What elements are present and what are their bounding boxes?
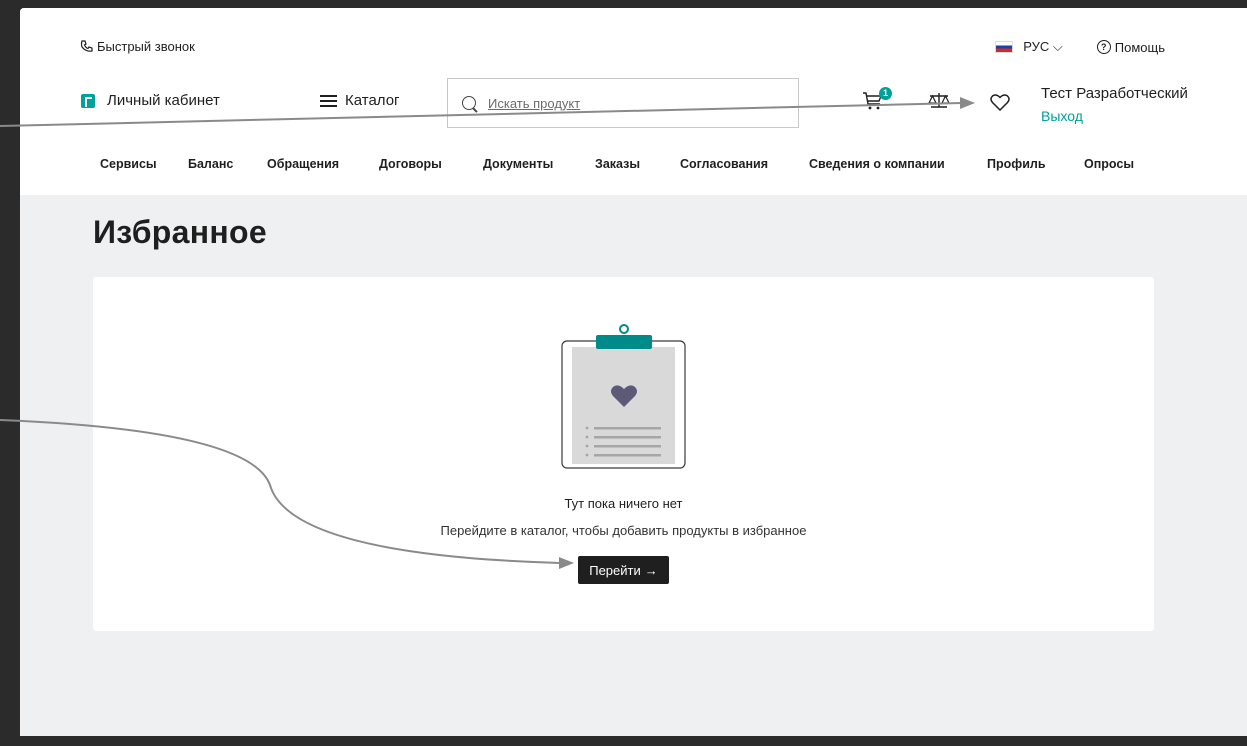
top-right-controls: РУС ⌵ ? Помощь — [995, 39, 1165, 55]
logout-link[interactable]: Выход — [1041, 105, 1188, 127]
window-bottom-edge — [0, 736, 1247, 746]
nav-item-requests[interactable]: Обращения — [267, 157, 379, 171]
quick-call-label: Быстрый звонок — [97, 39, 195, 54]
clipboard-heart-icon — [561, 324, 686, 469]
menu-icon — [320, 94, 337, 107]
go-to-catalog-button[interactable]: Перейти → — [578, 556, 669, 584]
cabinet-label: Личный кабинет — [107, 92, 220, 109]
nav-item-services[interactable]: Сервисы — [100, 157, 188, 171]
main-nav: Сервисы Баланс Обращения Договоры Докуме… — [100, 157, 1134, 171]
nav-item-documents[interactable]: Документы — [483, 157, 595, 171]
help-link[interactable]: ? Помощь — [1096, 39, 1165, 55]
quick-call-link[interactable]: Быстрый звонок — [80, 39, 195, 54]
nav-item-orders[interactable]: Заказы — [595, 157, 680, 171]
nav-item-company-info[interactable]: Сведения о компании — [809, 157, 987, 171]
empty-state-card: Тут пока ничего нет Перейдите в каталог,… — [93, 277, 1154, 631]
cart-count-badge: 1 — [879, 87, 892, 100]
search-icon — [462, 96, 476, 110]
go-button-label: Перейти — [589, 562, 641, 578]
chevron-down-icon: ⌵ — [1052, 39, 1063, 54]
cabinet-logo-icon — [81, 93, 95, 108]
language-label: РУС — [1023, 39, 1050, 54]
language-select[interactable]: РУС ⌵ — [1023, 39, 1063, 55]
help-label: Помощь — [1114, 39, 1165, 55]
app-window: Быстрый звонок РУС ⌵ ? Помощь Личный каб… — [20, 8, 1247, 736]
header: Быстрый звонок РУС ⌵ ? Помощь Личный каб… — [20, 8, 1247, 195]
search-input[interactable]: Искать продукт — [447, 78, 799, 128]
phone-icon — [80, 40, 93, 52]
arrow-right-icon: → — [644, 562, 658, 578]
question-icon: ? — [1096, 40, 1111, 54]
nav-item-surveys[interactable]: Опросы — [1084, 157, 1134, 171]
page-title: Избранное — [93, 214, 267, 250]
russia-flag-icon — [995, 41, 1014, 53]
catalog-button[interactable]: Каталог — [320, 92, 400, 109]
empty-state-subtitle: Перейдите в каталог, чтобы добавить прод… — [440, 523, 807, 538]
user-name[interactable]: Тест Разработческий — [1041, 83, 1188, 105]
empty-state-title: Тут пока ничего нет — [564, 496, 683, 511]
favorites-heart-icon[interactable] — [990, 94, 1010, 111]
nav-item-profile[interactable]: Профиль — [987, 157, 1084, 171]
user-block: Тест Разработческий Выход — [1041, 83, 1188, 127]
nav-item-balance[interactable]: Баланс — [188, 157, 267, 171]
nav-item-approvals[interactable]: Согласования — [680, 157, 809, 171]
search-placeholder: Искать продукт — [488, 95, 581, 111]
nav-item-contracts[interactable]: Договоры — [379, 157, 483, 171]
compare-scales-icon[interactable] — [928, 92, 950, 110]
catalog-label: Каталог — [345, 92, 400, 109]
personal-cabinet-link[interactable]: Личный кабинет — [81, 92, 220, 109]
